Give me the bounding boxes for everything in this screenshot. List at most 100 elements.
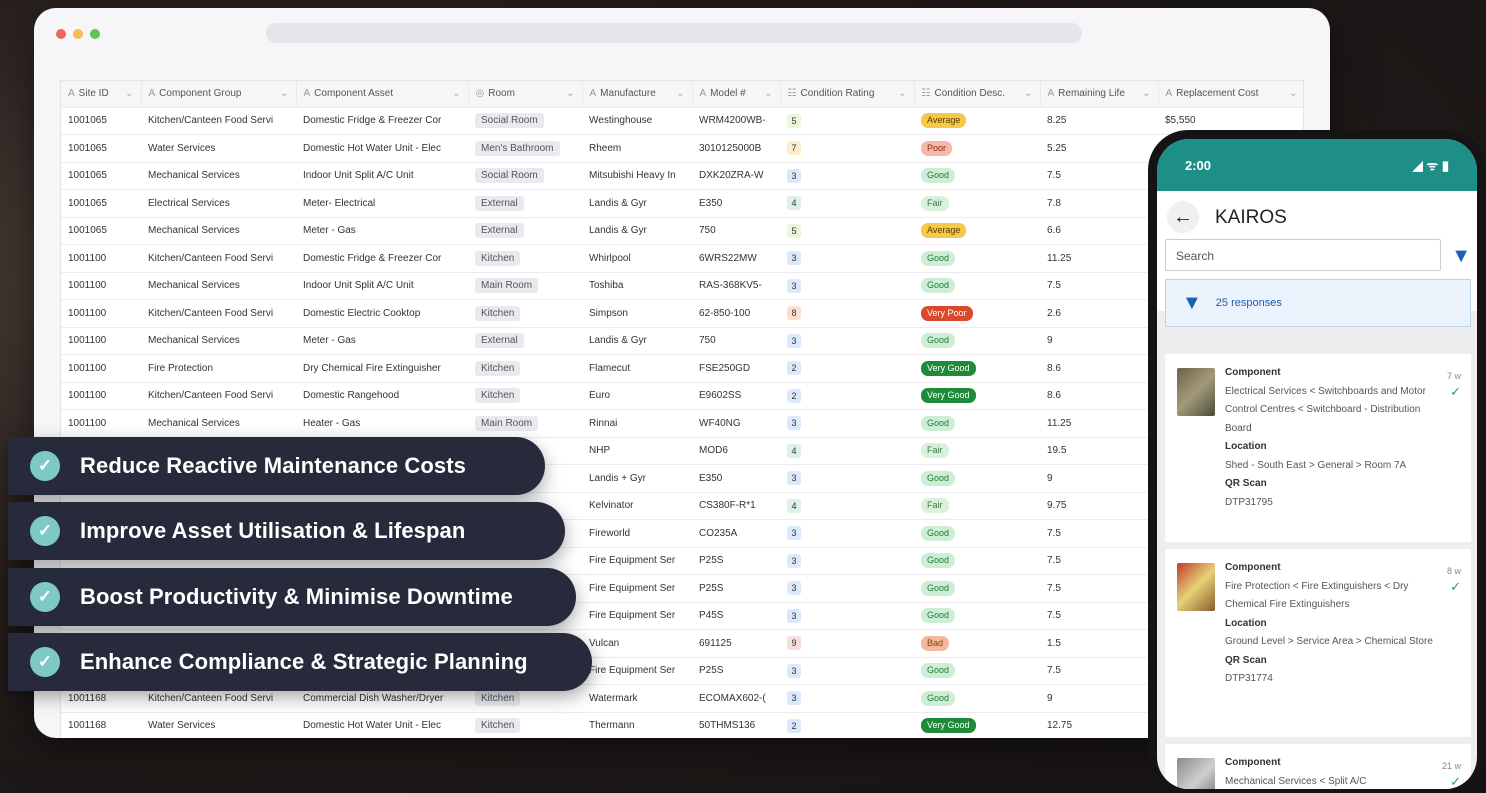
- table-cell[interactable]: 6.6: [1040, 217, 1158, 245]
- table-cell[interactable]: Very Poor: [914, 299, 1040, 328]
- column-header[interactable]: A Component Asset ⌄: [296, 81, 469, 108]
- table-cell[interactable]: CS380F-R*1: [692, 492, 780, 520]
- table-cell[interactable]: 5.25: [1040, 134, 1158, 163]
- table-cell[interactable]: 4: [780, 189, 914, 218]
- table-cell[interactable]: Domestic Electric Cooktop: [296, 299, 468, 328]
- table-cell[interactable]: Domestic Hot Water Unit - Elec: [296, 712, 468, 738]
- column-header[interactable]: A Model # ⌄: [692, 81, 781, 108]
- table-row[interactable]: 1001168 Water Services Domestic Hot Water …: [61, 712, 1303, 738]
- table-cell[interactable]: Meter - Gas: [296, 217, 468, 245]
- table-cell[interactable]: Kitchen: [468, 244, 582, 273]
- table-cell[interactable]: Average: [914, 107, 1040, 135]
- table-cell[interactable]: Kitchen/Canteen Food Servi: [141, 107, 296, 135]
- table-cell[interactable]: 3: [780, 327, 914, 355]
- table-cell[interactable]: Water Services: [141, 712, 296, 738]
- table-cell[interactable]: FSE250GD: [692, 354, 780, 383]
- table-cell[interactable]: 1001100: [61, 409, 141, 438]
- table-cell[interactable]: Watermark: [582, 684, 692, 713]
- table-cell[interactable]: 4: [780, 492, 914, 520]
- table-cell[interactable]: 12.75: [1040, 712, 1158, 738]
- table-cell[interactable]: 4: [780, 437, 914, 465]
- table-cell[interactable]: MOD6: [692, 437, 780, 465]
- table-cell[interactable]: Average: [914, 217, 1040, 245]
- table-cell[interactable]: E350: [692, 464, 780, 493]
- chevron-down-icon[interactable]: ⌄: [280, 88, 288, 99]
- table-cell[interactable]: 1001100: [61, 382, 141, 410]
- table-cell[interactable]: 11.25: [1040, 409, 1158, 438]
- table-cell[interactable]: Simpson: [582, 299, 692, 328]
- table-cell[interactable]: Good: [914, 602, 1040, 630]
- table-cell[interactable]: 750: [692, 217, 780, 245]
- table-cell[interactable]: Kitchen: [468, 382, 582, 410]
- table-cell[interactable]: Kitchen: [468, 354, 582, 383]
- table-cell[interactable]: Main Room: [468, 409, 582, 438]
- table-cell[interactable]: 9.75: [1040, 492, 1158, 520]
- table-cell[interactable]: 3: [780, 519, 914, 548]
- table-cell[interactable]: 1001065: [61, 217, 141, 245]
- table-cell[interactable]: 3: [780, 574, 914, 603]
- table-cell[interactable]: 9: [1040, 464, 1158, 493]
- table-cell[interactable]: Kelvinator: [582, 492, 692, 520]
- table-cell[interactable]: Fair: [914, 437, 1040, 465]
- table-cell[interactable]: 9: [1040, 684, 1158, 713]
- table-cell[interactable]: 3: [780, 547, 914, 575]
- table-cell[interactable]: Good: [914, 657, 1040, 685]
- table-cell[interactable]: Domestic Rangehood: [296, 382, 468, 410]
- table-cell[interactable]: 19.5: [1040, 437, 1158, 465]
- table-cell[interactable]: 750: [692, 327, 780, 355]
- table-cell[interactable]: Very Good: [914, 712, 1040, 738]
- filter-icon[interactable]: ▼: [1451, 245, 1471, 268]
- table-cell[interactable]: 1.5: [1040, 629, 1158, 658]
- table-cell[interactable]: Thermann: [582, 712, 692, 738]
- table-cell[interactable]: Kitchen: [468, 712, 582, 738]
- table-cell[interactable]: P25S: [692, 574, 780, 603]
- table-cell[interactable]: 1001065: [61, 189, 141, 218]
- table-cell[interactable]: Fire Equipment Ser: [582, 657, 692, 685]
- table-cell[interactable]: Landis + Gyr: [582, 464, 692, 493]
- table-cell[interactable]: Water Services: [141, 134, 296, 163]
- table-cell[interactable]: 3: [780, 162, 914, 190]
- chevron-down-icon[interactable]: ⌄: [764, 88, 772, 99]
- table-cell[interactable]: Very Good: [914, 382, 1040, 410]
- table-cell[interactable]: Indoor Unit Split A/C Unit: [296, 272, 468, 300]
- table-cell[interactable]: Heater - Gas: [296, 409, 468, 438]
- chevron-down-icon[interactable]: ⌄: [676, 88, 684, 99]
- table-cell[interactable]: 8.25: [1040, 107, 1158, 135]
- table-cell[interactable]: Rinnai: [582, 409, 692, 438]
- table-row[interactable]: 1001065 Mechanical Services Indoor Unit Sp…: [61, 162, 1303, 190]
- table-cell[interactable]: 2: [780, 712, 914, 738]
- close-dot-icon[interactable]: [56, 29, 66, 39]
- table-cell[interactable]: Fire Equipment Ser: [582, 574, 692, 603]
- table-cell[interactable]: CO235A: [692, 519, 780, 548]
- table-cell[interactable]: 7.5: [1040, 574, 1158, 603]
- responses-filter-bar[interactable]: ▼ 25 responses: [1165, 279, 1471, 327]
- table-cell[interactable]: Good: [914, 244, 1040, 273]
- table-cell[interactable]: 9: [1040, 327, 1158, 355]
- table-cell[interactable]: Dry Chemical Fire Extinguisher: [296, 354, 468, 383]
- table-cell[interactable]: External: [468, 189, 582, 218]
- table-cell[interactable]: Mitsubishi Heavy In: [582, 162, 692, 190]
- column-header[interactable]: ☷ Condition Rating ⌄: [780, 81, 915, 108]
- column-header[interactable]: ◎ Room ⌄: [468, 81, 583, 108]
- table-cell[interactable]: 3: [780, 657, 914, 685]
- table-cell[interactable]: Good: [914, 574, 1040, 603]
- table-cell[interactable]: 7.5: [1040, 602, 1158, 630]
- column-header[interactable]: ☷ Condition Desc. ⌄: [914, 81, 1041, 108]
- table-row[interactable]: 1001100 Mechanical Services Heater - Gas Ma…: [61, 409, 1303, 438]
- table-cell[interactable]: 8: [780, 299, 914, 328]
- table-cell[interactable]: DXK20ZRA-W: [692, 162, 780, 190]
- table-cell[interactable]: 2.6: [1040, 299, 1158, 328]
- table-cell[interactable]: RAS-368KV5-: [692, 272, 780, 300]
- table-cell[interactable]: Good: [914, 272, 1040, 300]
- table-cell[interactable]: 7.5: [1040, 519, 1158, 548]
- table-cell[interactable]: 5: [780, 217, 914, 245]
- table-cell[interactable]: ECOMAX602-(: [692, 684, 780, 713]
- table-cell[interactable]: 3: [780, 244, 914, 273]
- table-cell[interactable]: 1001100: [61, 354, 141, 383]
- table-cell[interactable]: 1001065: [61, 162, 141, 190]
- table-cell[interactable]: Euro: [582, 382, 692, 410]
- table-cell[interactable]: External: [468, 217, 582, 245]
- table-cell[interactable]: Mechanical Services: [141, 162, 296, 190]
- table-row[interactable]: 1001100 Kitchen/Canteen Food Servi Domesti…: [61, 244, 1303, 273]
- table-cell[interactable]: Electrical Services: [141, 189, 296, 218]
